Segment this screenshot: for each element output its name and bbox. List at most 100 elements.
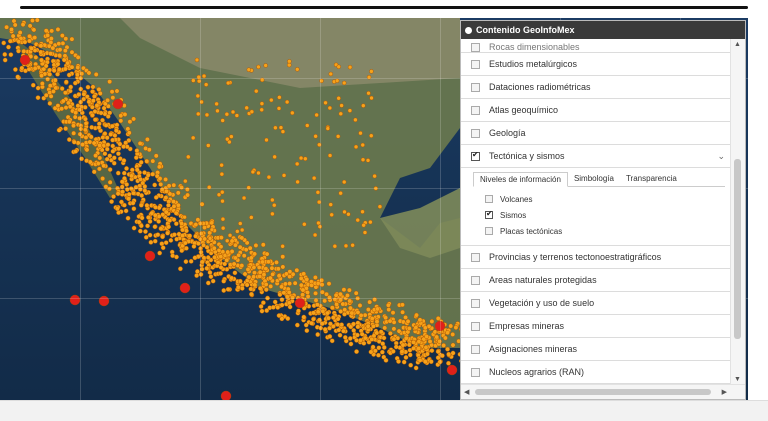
earthquake-marker[interactable] [96,125,102,131]
earthquake-marker[interactable] [73,148,79,154]
earthquake-marker[interactable] [287,304,293,310]
earthquake-marker[interactable] [144,203,150,208]
earthquake-marker[interactable] [203,82,209,87]
earthquake-marker[interactable] [216,192,222,197]
earthquake-marker[interactable] [55,103,61,109]
earthquake-marker[interactable] [305,123,310,128]
earthquake-marker[interactable] [256,170,261,176]
earthquake-marker[interactable] [248,255,254,261]
earthquake-marker[interactable] [147,232,153,238]
earthquake-marker[interactable] [204,112,210,118]
earthquake-marker[interactable] [215,260,221,265]
sublayer-checkbox-checked[interactable] [485,209,493,219]
earthquake-marker[interactable] [183,178,188,184]
earthquake-marker[interactable] [239,263,245,268]
earthquake-marker[interactable] [63,79,69,85]
earthquake-marker[interactable] [279,302,285,308]
earthquake-marker[interactable] [301,314,307,320]
earthquake-marker[interactable] [275,305,281,310]
earthquake-marker[interactable] [147,219,153,224]
earthquake-marker[interactable] [247,245,253,251]
earthquake-marker[interactable] [131,225,137,231]
earthquake-marker[interactable] [35,95,41,101]
earthquake-marker[interactable] [27,33,32,39]
earthquake-marker[interactable] [379,349,385,355]
earthquake-marker[interactable] [91,169,97,175]
earthquake-marker[interactable] [225,286,231,292]
earthquake-marker[interactable] [144,136,150,142]
earthquake-marker[interactable] [131,206,137,212]
earthquake-marker[interactable] [156,218,162,224]
earthquake-marker[interactable] [207,270,213,275]
earthquake-marker[interactable] [387,318,393,324]
earthquake-marker[interactable] [131,116,137,122]
earthquake-marker[interactable] [329,212,334,217]
earthquake-marker[interactable] [224,112,230,117]
earthquake-marker[interactable] [109,199,114,205]
earthquake-marker[interactable] [272,299,278,305]
layer-item[interactable]: Vegetación y uso de suelo [461,292,731,315]
earthquake-marker[interactable] [39,57,44,63]
earthquake-marker[interactable] [59,86,65,92]
earthquake-marker[interactable] [87,139,93,145]
earthquake-marker[interactable] [445,346,450,352]
earthquake-marker[interactable] [93,72,99,77]
earthquake-marker[interactable] [342,335,348,340]
earthquake-marker[interactable] [273,125,278,130]
earthquake-marker[interactable] [119,179,125,185]
earthquake-marker[interactable] [55,71,60,77]
earthquake-marker[interactable] [138,202,144,208]
earthquake-marker[interactable] [22,39,28,45]
earthquake-marker[interactable] [330,324,336,329]
earthquake-marker[interactable] [109,89,115,95]
earthquake-marker[interactable] [94,103,100,108]
earthquake-marker[interactable] [264,137,269,143]
earthquake-marker[interactable] [16,48,21,54]
earthquake-marker[interactable] [92,93,97,99]
earthquake-marker[interactable] [290,110,295,116]
earthquake-marker[interactable] [338,291,343,297]
earthquake-marker[interactable] [417,317,423,323]
layer-item[interactable]: Nucleos agrarios (RAN) [461,361,731,384]
earthquake-marker[interactable] [47,71,53,77]
earthquake-marker[interactable] [97,143,103,148]
earthquake-marker[interactable] [59,106,65,112]
layer-checkbox-checked[interactable] [471,150,480,161]
earthquake-marker[interactable] [368,349,374,355]
earthquake-marker[interactable] [193,233,199,239]
earthquake-marker[interactable] [159,241,165,247]
earthquake-marker[interactable] [163,209,169,215]
vertical-scroll-thumb[interactable] [734,159,741,339]
earthquake-marker[interactable] [62,53,68,59]
earthquake-marker[interactable] [71,123,76,129]
earthquake-marker[interactable] [256,265,262,270]
sublayer-checkbox[interactable] [485,195,493,203]
earthquake-marker[interactable] [62,48,68,53]
earthquake-marker[interactable] [71,139,77,145]
earthquake-marker[interactable] [202,236,208,242]
earthquake-marker[interactable] [112,98,124,110]
earthquake-marker[interactable] [131,190,136,196]
earthquake-marker[interactable] [357,303,363,308]
earthquake-marker[interactable] [277,95,282,100]
earthquake-marker[interactable] [30,18,35,23]
earthquake-marker[interactable] [413,365,419,371]
earthquake-marker[interactable] [374,319,380,325]
earthquake-marker[interactable] [294,267,300,273]
earthquake-marker[interactable] [241,195,247,201]
earthquake-marker[interactable] [39,81,45,86]
layer-item[interactable]: Provincias y terrenos tectonoestratigráf… [461,246,731,269]
earthquake-marker[interactable] [304,276,310,282]
earthquake-marker[interactable] [369,95,374,101]
earthquake-marker[interactable] [153,153,159,159]
layer-item[interactable]: Dataciones radiométricas [461,76,731,99]
earthquake-marker[interactable] [226,80,231,86]
earthquake-marker[interactable] [118,113,124,119]
earthquake-marker[interactable] [287,281,293,286]
earthquake-marker[interactable] [208,274,214,280]
earthquake-marker[interactable] [168,237,174,243]
earthquake-marker[interactable] [355,324,361,330]
scroll-up-icon[interactable]: ▲ [734,41,741,48]
earthquake-marker[interactable] [43,28,49,34]
earthquake-marker[interactable] [103,122,109,128]
